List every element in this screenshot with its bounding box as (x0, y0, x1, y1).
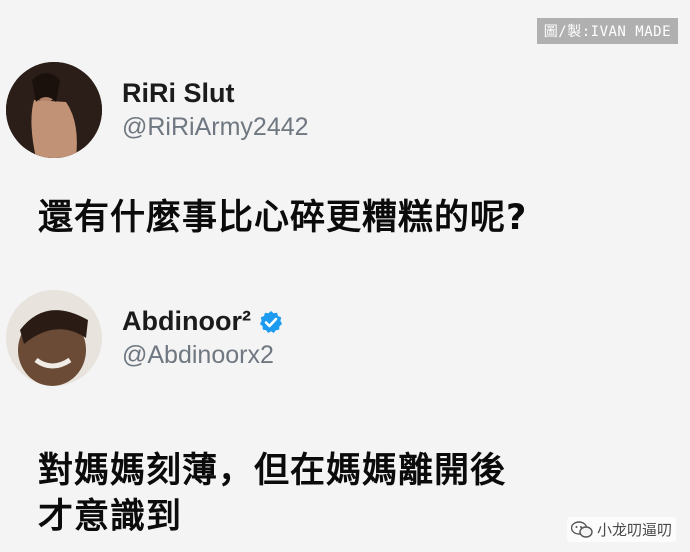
tweet-2-header: Abdinoor² @Abdinoorx2 (0, 290, 690, 386)
verified-badge-icon (259, 310, 282, 333)
source-watermark: 圖/製:IVAN MADE (536, 18, 678, 44)
tweet-text-line-1: 對媽媽刻薄，但在媽媽離開後 (38, 451, 507, 491)
display-name[interactable]: Abdinoor² (122, 306, 251, 337)
user-handle[interactable]: @Abdinoorx2 (122, 341, 283, 370)
wechat-icon (570, 520, 593, 538)
wechat-watermark: 小龙叨逼叨 (566, 517, 676, 542)
tweet-1: RiRi Slut @RiRiArmy2442 還有什麼事比心碎更糟糕的呢? (0, 62, 690, 241)
avatar-abdinoor[interactable] (6, 290, 102, 386)
user-handle[interactable]: @RiRiArmy2442 (122, 113, 309, 142)
avatar-ririslut[interactable] (6, 62, 102, 158)
tweet-1-header: RiRi Slut @RiRiArmy2442 (0, 62, 690, 158)
tweet-text: 還有什麼事比心碎更糟糕的呢? (38, 198, 528, 238)
tweet-2: Abdinoor² @Abdinoorx2 對媽媽刻薄，但在媽媽離開後 才意識到 (0, 290, 690, 540)
display-name[interactable]: RiRi Slut (122, 78, 235, 109)
watermark-text: 小龙叨逼叨 (596, 521, 672, 539)
